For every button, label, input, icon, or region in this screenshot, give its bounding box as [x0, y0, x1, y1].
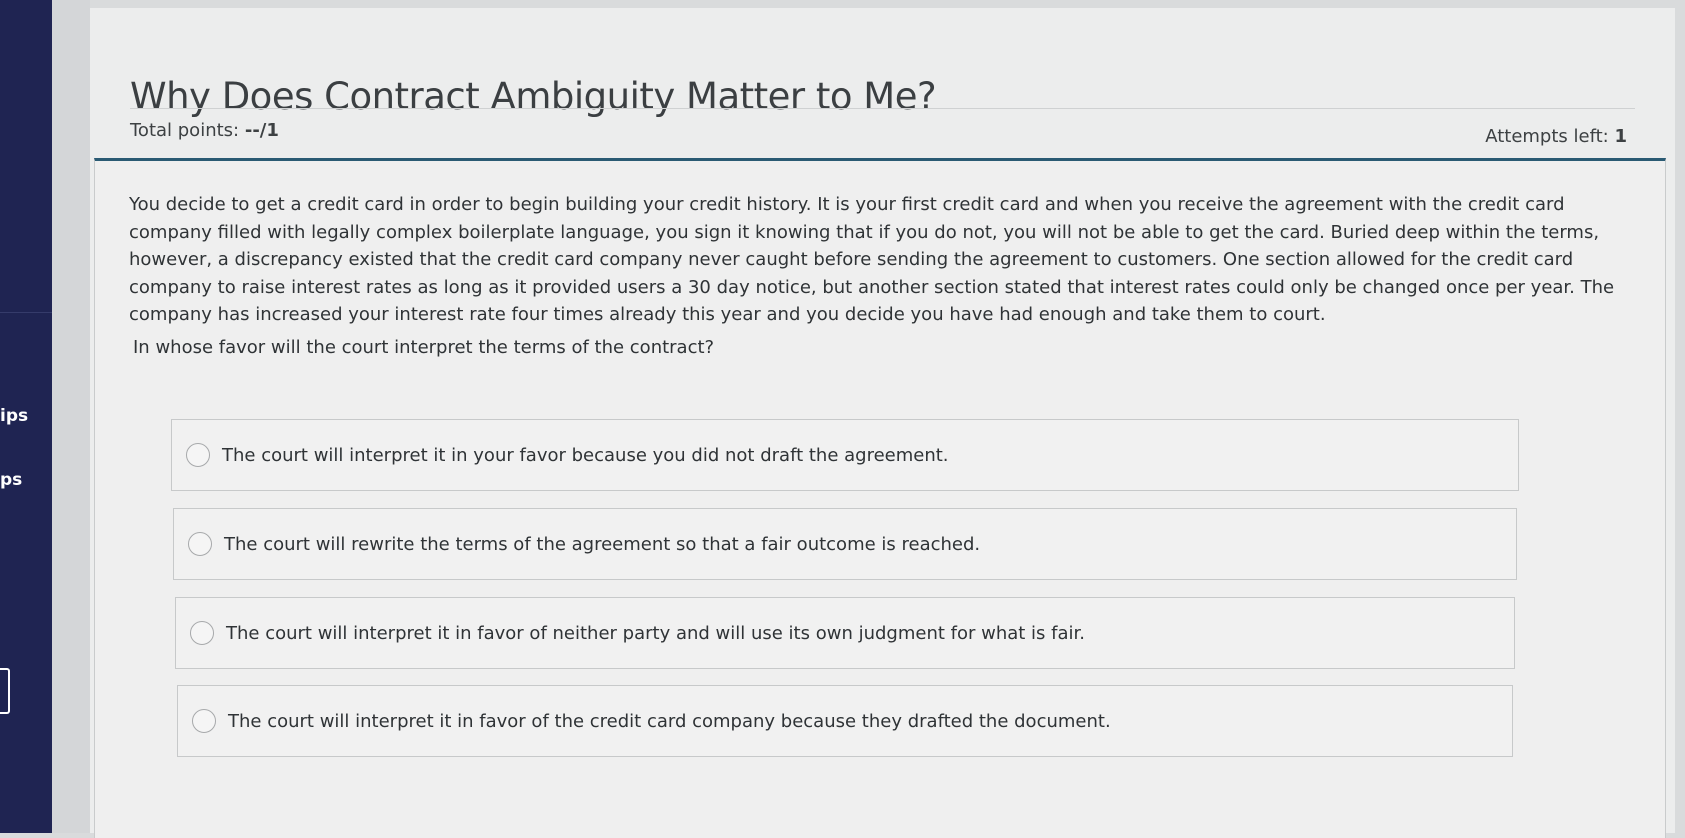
attempts-left: Attempts left: 1: [1485, 126, 1627, 147]
radio-icon[interactable]: [188, 532, 212, 556]
question-panel: You decide to get a credit card in order…: [94, 158, 1666, 838]
radio-icon[interactable]: [192, 709, 216, 733]
answer-option-label: The court will interpret it in favor of …: [228, 710, 1111, 732]
radio-icon[interactable]: [190, 621, 214, 645]
radio-icon[interactable]: [186, 443, 210, 467]
answer-option-1[interactable]: The court will interpret it in your favo…: [171, 419, 1519, 491]
total-points: Total points: --/1: [130, 120, 279, 141]
attempts-left-label: Attempts left:: [1485, 126, 1609, 147]
total-points-value: --/1: [244, 120, 279, 141]
question-prompt: You decide to get a credit card in order…: [129, 194, 1615, 325]
total-points-label: Total points:: [130, 120, 240, 141]
answer-option-label: The court will interpret it in your favo…: [222, 444, 949, 466]
title-divider: [130, 108, 1635, 109]
question-text: In whose favor will the court interpret …: [133, 337, 715, 358]
answer-option-4[interactable]: The court will interpret it in favor of …: [177, 685, 1513, 757]
sidebar-item-ps[interactable]: ps: [0, 470, 22, 490]
answer-option-label: The court will rewrite the terms of the …: [224, 533, 981, 555]
answer-option-3[interactable]: The court will interpret it in favor of …: [175, 597, 1515, 669]
assignment-content: Why Does Contract Ambiguity Matter to Me…: [90, 8, 1675, 838]
page-title: Why Does Contract Ambiguity Matter to Me…: [130, 74, 937, 118]
answer-option-label: The court will interpret it in favor of …: [226, 622, 1085, 644]
answer-option-2[interactable]: The court will rewrite the terms of the …: [173, 508, 1517, 580]
attempts-left-value: 1: [1614, 126, 1627, 147]
sidebar: ips ps: [0, 0, 52, 833]
sidebar-item-ips[interactable]: ips: [0, 406, 28, 426]
sidebar-divider: [0, 312, 52, 313]
gutter: [52, 0, 90, 833]
bracket-icon[interactable]: [0, 668, 10, 714]
